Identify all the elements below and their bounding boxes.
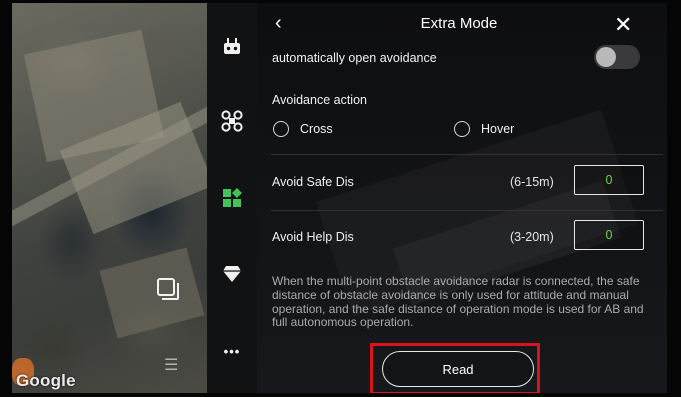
help-dis-input[interactable]: 0 [574,220,644,250]
extra-mode-panel: ‹ Extra Mode ✕ automatically open avoida… [257,3,667,393]
radio-hover[interactable] [454,121,470,137]
sidebar-item-remote[interactable] [207,35,257,57]
auto-avoidance-label: automatically open avoidance [272,51,437,65]
remote-controller-icon [224,38,240,54]
light-icon[interactable]: ☰ [164,355,178,375]
drone-icon [221,110,243,132]
screen-border [667,0,681,397]
sidebar-item-extra-mode[interactable] [207,186,257,210]
avoidance-action-label: Avoidance action [272,93,367,107]
app-window: ☰ Google ••• ‹ Extra Mode ✕ automaticall… [0,0,681,397]
sidebar-item-gem[interactable] [207,263,257,285]
avoidance-description: When the multi-point obstacle avoidance … [272,274,644,330]
sidebar-item-aircraft[interactable] [207,109,257,133]
divider [271,154,663,155]
divider [271,210,663,211]
close-button[interactable]: ✕ [614,12,632,38]
safe-dis-input[interactable]: 0 [574,165,644,195]
sidebar: ••• [207,3,257,393]
help-dis-range: (3-20m) [510,230,554,244]
radio-cross-label[interactable]: Cross [300,122,333,136]
screen-border [0,393,681,397]
map-attribution: Google [16,371,76,390]
radio-cross[interactable] [273,121,289,137]
help-dis-label: Avoid Help Dis [272,230,354,244]
screen-border [0,0,681,3]
apps-grid-icon [223,188,242,207]
map-layers-icon[interactable] [155,276,181,302]
gem-icon [223,266,241,282]
more-icon[interactable]: ••• [207,341,257,361]
page-title: Extra Mode [420,15,498,32]
safe-dis-label: Avoid Safe Dis [272,175,354,189]
auto-avoidance-toggle[interactable] [594,45,640,69]
read-button[interactable]: Read [382,351,534,387]
safe-dis-range: (6-15m) [510,175,554,189]
toggle-knob [596,47,616,67]
screen-border [0,0,12,397]
map-view[interactable]: ☰ Google [12,3,207,393]
radio-hover-label[interactable]: Hover [481,122,514,136]
map-terrain [99,247,205,339]
